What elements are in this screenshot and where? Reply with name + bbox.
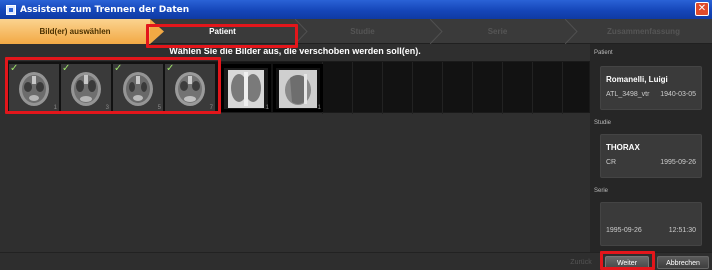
study-modality: CR (606, 159, 617, 166)
patient-name: Romanelli, Luigi (606, 75, 668, 84)
instruction-text: Wählen Sie die Bilder aus, die verschobe… (169, 46, 421, 56)
cancel-button[interactable]: Abbrechen (657, 256, 709, 269)
thumbnail-number: 1 (53, 105, 57, 111)
app-icon (6, 4, 16, 15)
strip-divider (472, 62, 473, 114)
step-select-images[interactable]: Bild(er) auswählen (0, 19, 150, 44)
series-card: 1995-09-26 12:51:30 (600, 202, 702, 246)
strip-divider (442, 62, 443, 114)
details-panel: Patient Romanelli, Luigi ATL_3498_vtr 19… (590, 44, 712, 252)
step-label: Studie (350, 27, 375, 36)
thumbnail-number: 7 (209, 105, 213, 111)
check-icon: ✓ (10, 64, 19, 74)
step-patient[interactable]: Patient (150, 19, 295, 44)
step-label: Zusammenfassung (607, 27, 680, 36)
check-icon: ✓ (114, 64, 123, 74)
thumbnail-ct-3[interactable]: ✓ 5 (113, 64, 163, 112)
step-label: Serie (487, 27, 508, 36)
image-selection-area: Wählen Sie die Bilder aus, die verschobe… (0, 44, 590, 252)
back-button[interactable]: Zurück (566, 256, 596, 269)
thumbnail-xray-1[interactable]: 1 (221, 64, 271, 112)
xray-chest-lateral-image (276, 68, 320, 109)
thumbnail-ct-1[interactable]: ✓ 1 (9, 64, 59, 112)
wizard-steps: Bild(er) auswählen Patient Studie Serie … (0, 19, 712, 44)
step-study: Studie (295, 19, 430, 44)
study-name: THORAX (606, 143, 640, 152)
series-section-label: Serie (594, 188, 609, 194)
thumbnail-number: 3 (105, 105, 109, 111)
strip-divider (352, 62, 353, 114)
step-label: Bild(er) auswählen (39, 27, 111, 36)
study-date: 1995-09-26 (660, 159, 696, 166)
xray-chest-image (224, 68, 268, 109)
series-date: 1995-09-26 (606, 227, 642, 234)
next-button[interactable]: Weiter (605, 256, 649, 269)
step-label: Patient (209, 27, 236, 36)
ct-head-image (19, 72, 49, 106)
ct-head-image (71, 72, 101, 106)
thumbnail-xray-2[interactable]: 1 (273, 64, 323, 112)
close-icon[interactable]: ✕ (695, 2, 709, 16)
wizard-button-bar: Zurück Weiter Abbrechen (0, 252, 712, 270)
check-icon: ✓ (62, 64, 71, 74)
study-section-label: Studie (594, 120, 612, 126)
strip-divider (532, 62, 533, 114)
window-titlebar: Assistent zum Trennen der Daten ✕ (0, 0, 712, 19)
ct-head-image (175, 72, 205, 106)
series-time: 12:51:30 (668, 227, 696, 234)
ct-head-image (123, 72, 153, 106)
thumbnail-ct-4[interactable]: ✓ 7 (165, 64, 215, 112)
patient-section-label: Patient (594, 50, 613, 56)
check-icon: ✓ (166, 64, 175, 74)
study-card: THORAX CR 1995-09-26 (600, 134, 702, 178)
strip-divider (382, 62, 383, 114)
step-series: Serie (430, 19, 565, 44)
step-summary: Zusammenfassung (575, 19, 712, 44)
thumbnail-number: 1 (317, 105, 321, 111)
thumbnail-ct-2[interactable]: ✓ 3 (61, 64, 111, 112)
patient-card: Romanelli, Luigi ATL_3498_vtr 1940-03-05 (600, 66, 702, 110)
thumbnail-number: 1 (265, 105, 269, 111)
thumbnail-strip: ✓ 1 ✓ 3 ✓ 5 ✓ 7 1 1 (6, 61, 590, 114)
strip-divider (562, 62, 563, 114)
strip-divider (502, 62, 503, 114)
patient-birthdate: 1940-03-05 (660, 91, 696, 98)
thumbnail-number: 5 (157, 105, 161, 111)
strip-divider (412, 62, 413, 114)
window-title: Assistent zum Trennen der Daten (20, 4, 190, 15)
patient-id: ATL_3498_vtr (606, 91, 650, 98)
